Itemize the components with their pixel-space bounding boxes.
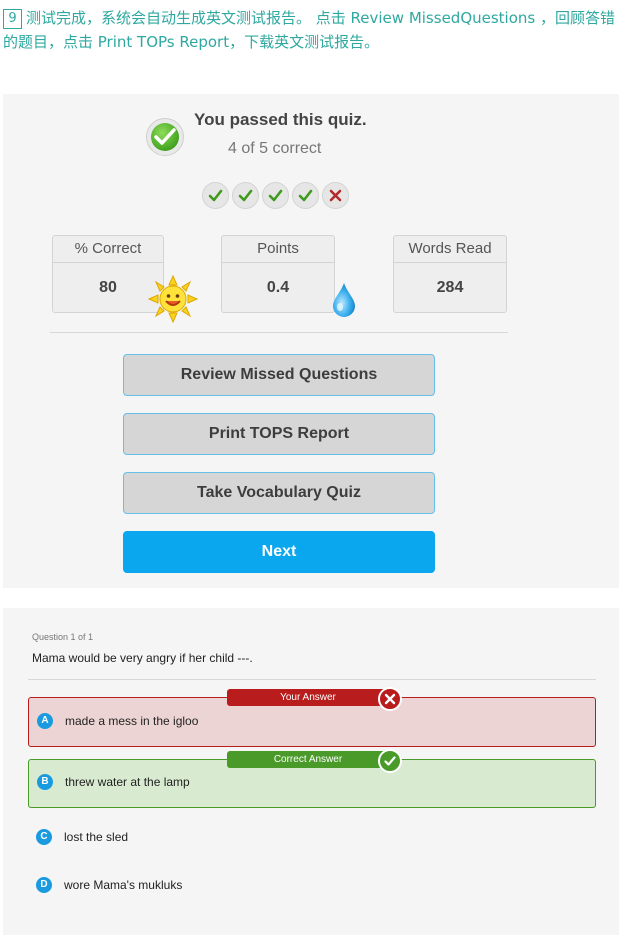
stat-value: 80: [99, 279, 117, 296]
step-number: 9: [3, 9, 22, 29]
stat-value: 284: [436, 279, 464, 296]
result-title: You passed this quiz.: [194, 110, 367, 129]
correct-mark-icon: [262, 182, 289, 209]
stat-label: % Correct: [53, 236, 163, 263]
correct-mark-icon: [292, 182, 319, 209]
section-divider: [50, 332, 508, 333]
answer-option-d: D wore Mama's mukluks: [28, 870, 594, 900]
water-drop-icon: [333, 283, 355, 317]
correct-check-icon: [378, 749, 402, 773]
correct-mark-icon: [232, 182, 259, 209]
option-text: lost the sled: [64, 830, 129, 844]
stat-label: Words Read: [394, 236, 506, 263]
stat-value: 0.4: [266, 279, 290, 296]
your-answer-tag: Your Answer: [227, 689, 389, 706]
wrong-x-icon: [378, 687, 402, 711]
instruction-body: 测试完成，系统会自动生成英文测试报告。 点击 Review MissedQues…: [3, 9, 615, 51]
stat-points: Points 0.4: [221, 235, 335, 313]
option-letter: B: [37, 774, 53, 790]
option-text: made a mess in the igloo: [65, 714, 199, 728]
result-subtitle: 4 of 5 correct: [228, 140, 322, 157]
take-vocabulary-quiz-button[interactable]: Take Vocabulary Quiz: [123, 472, 435, 514]
option-text: wore Mama's mukluks: [64, 878, 183, 892]
incorrect-mark-icon: [322, 182, 349, 209]
review-missed-questions-button[interactable]: Review Missed Questions: [123, 354, 435, 396]
correct-answer-tag: Correct Answer: [227, 751, 389, 768]
next-button[interactable]: Next: [123, 531, 435, 573]
option-letter: D: [36, 877, 52, 893]
question-counter: Question 1 of 1: [32, 632, 94, 642]
question-divider: [28, 679, 596, 680]
correct-mark-icon: [202, 182, 229, 209]
question-text: Mama would be very angry if her child --…: [32, 651, 253, 665]
check-badge-icon: [146, 118, 184, 156]
stat-words-read: Words Read 284: [393, 235, 507, 313]
answer-option-c: C lost the sled: [28, 822, 594, 852]
option-letter: C: [36, 829, 52, 845]
option-text: threw water at the lamp: [65, 775, 190, 789]
smiling-sun-icon: [148, 275, 198, 323]
instruction-text: 9 测试完成，系统会自动生成英文测试报告。 点击 Review MissedQue…: [3, 6, 619, 54]
option-letter: A: [37, 713, 53, 729]
stat-label: Points: [222, 236, 334, 263]
print-tops-report-button[interactable]: Print TOPS Report: [123, 413, 435, 455]
